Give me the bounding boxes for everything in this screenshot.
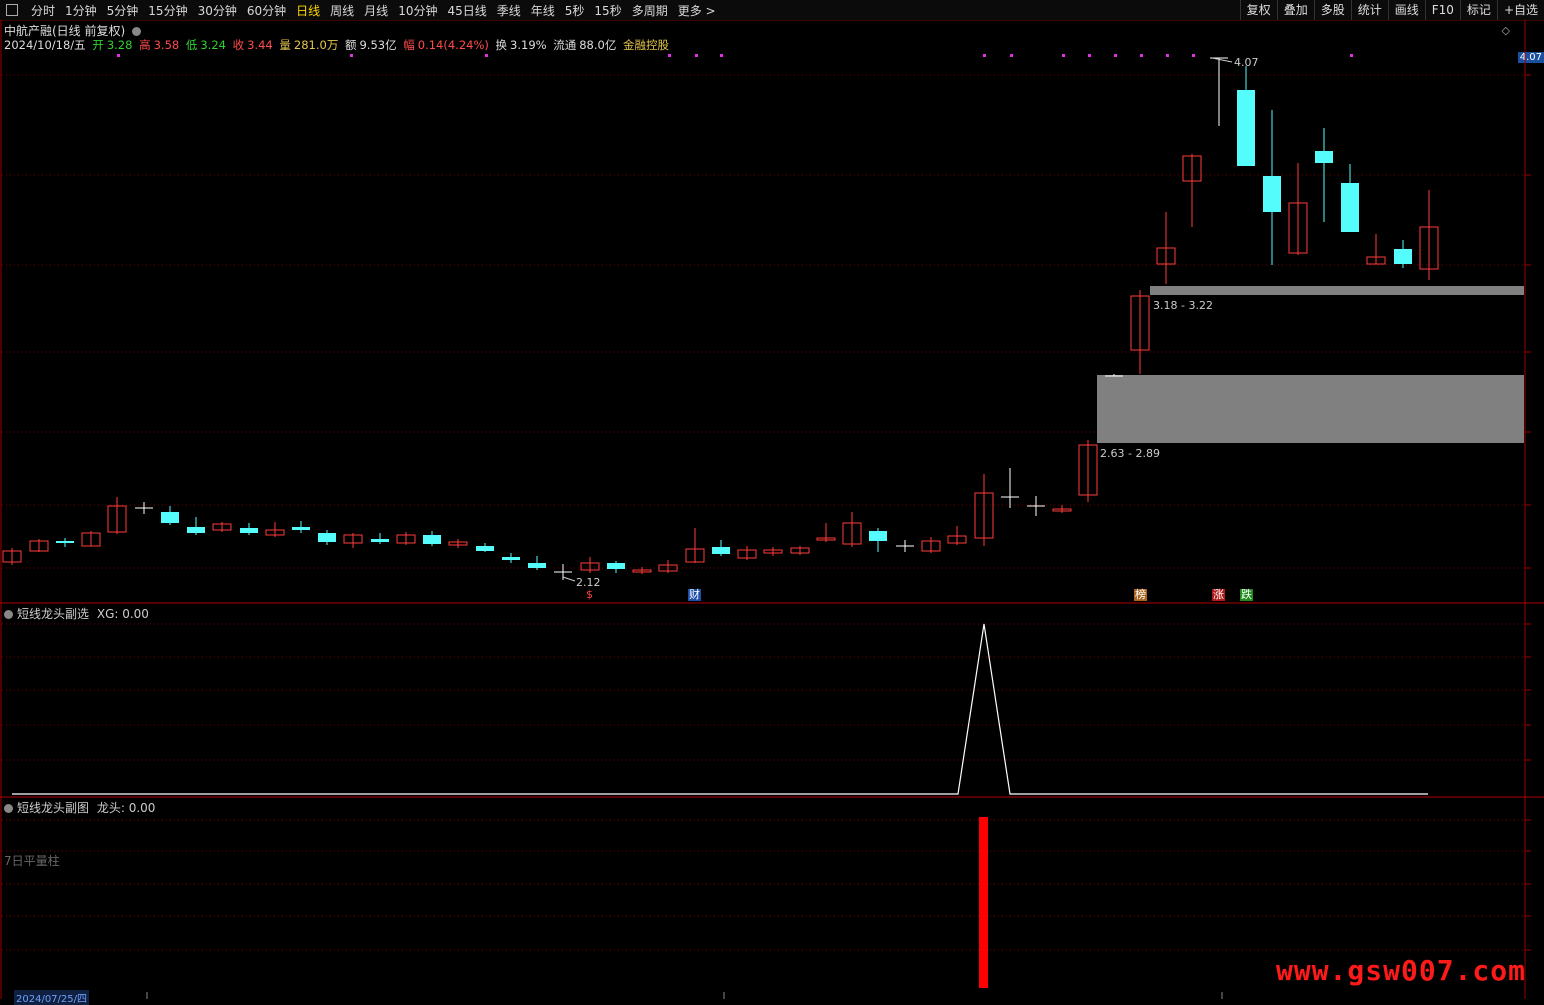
signal-dot — [1088, 54, 1091, 57]
signal-dot — [1010, 54, 1013, 57]
kline-chart[interactable] — [0, 0, 1544, 999]
high-marker: 4.07 — [1234, 56, 1259, 69]
candle-body — [56, 541, 74, 543]
candle-body — [712, 547, 730, 554]
signal-dot — [668, 54, 671, 57]
candle-body — [607, 563, 625, 569]
candle-body — [161, 512, 179, 523]
zone1-label: 3.18 - 3.22 — [1153, 299, 1213, 312]
ranking-badge[interactable]: 榜 — [1134, 589, 1147, 601]
zone2-label: 2.63 - 2.89 — [1100, 447, 1160, 460]
signal-dot — [1350, 54, 1353, 57]
candle-body — [1394, 249, 1412, 264]
candle-body — [423, 535, 441, 544]
candle-body — [240, 528, 258, 533]
signal-dot — [1166, 54, 1169, 57]
signal-dot — [983, 54, 986, 57]
candle-body — [869, 531, 887, 541]
candle-body — [187, 527, 205, 533]
candle-body — [1263, 176, 1281, 212]
finance-badge[interactable]: 财 — [688, 589, 701, 601]
pane2-title[interactable]: 短线龙头副图 龙头: 0.00 — [4, 799, 155, 816]
low-marker-line — [562, 576, 576, 582]
watermark: www.gsw007.com — [1275, 954, 1526, 987]
pane2-indicator: 龙头: 0.00 — [96, 801, 156, 815]
chevron-down-icon[interactable] — [4, 804, 13, 813]
support-zone-upper — [1150, 286, 1524, 295]
support-zone-lower — [1097, 375, 1524, 443]
candle-body — [1237, 90, 1255, 166]
signal-dot — [1062, 54, 1065, 57]
signal-dot — [1114, 54, 1117, 57]
high-marker-line — [1211, 57, 1233, 63]
pane1-name: 短线龙头副选 — [17, 607, 90, 621]
signal-dot — [485, 54, 488, 57]
chevron-down-icon[interactable] — [4, 610, 13, 619]
rise-badge[interactable]: 涨 — [1212, 589, 1225, 601]
dividend-badge[interactable]: $ — [585, 589, 594, 601]
candle-body — [318, 533, 336, 542]
signal-dot — [117, 54, 120, 57]
candle-body — [1315, 151, 1333, 163]
candle-body — [502, 557, 520, 560]
pane1-title[interactable]: 短线龙头副选 XG: 0.00 — [4, 605, 149, 622]
signal-dot — [1140, 54, 1143, 57]
dragon-head-bar — [979, 817, 988, 988]
pane2-name: 短线龙头副图 — [17, 801, 90, 815]
signal-dot — [720, 54, 723, 57]
signal-dot — [695, 54, 698, 57]
candle-body — [476, 546, 494, 551]
candle-body — [371, 539, 389, 542]
pane2-overlay-label: 7日平量柱 — [4, 854, 60, 868]
pane1-indicator: XG: 0.00 — [96, 607, 149, 621]
candle-body — [528, 563, 546, 568]
axis-date-label: 2024/07/25/四 — [14, 990, 90, 1005]
xg-line — [12, 623, 1428, 795]
candle-body — [292, 527, 310, 530]
candle-body — [1341, 183, 1359, 232]
signal-dot — [1192, 54, 1195, 57]
fall-badge[interactable]: 跌 — [1240, 589, 1253, 601]
signal-dot — [350, 54, 353, 57]
